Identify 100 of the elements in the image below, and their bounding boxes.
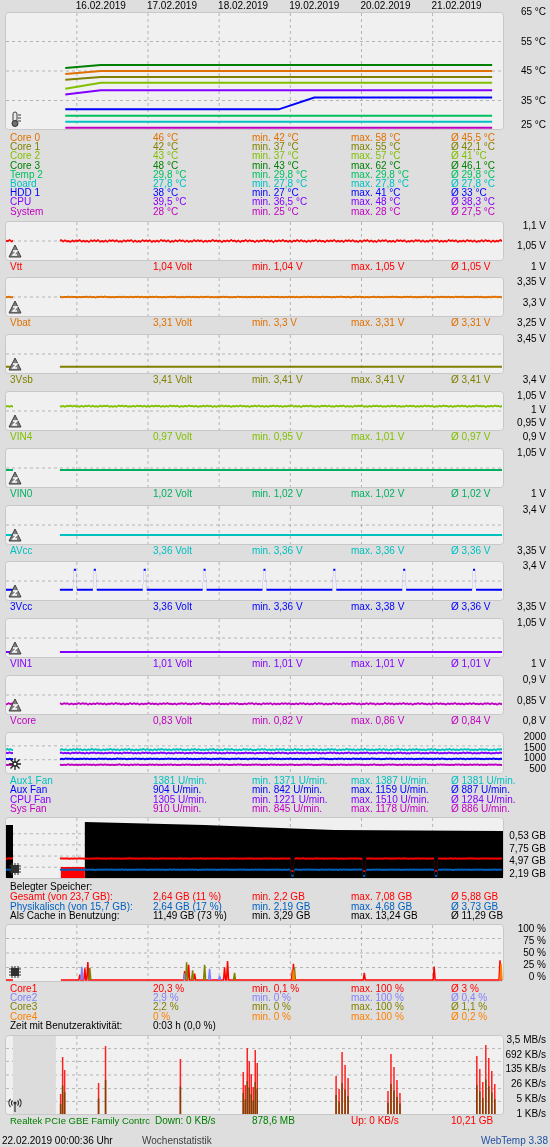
current-value: 29,8 °C (153, 169, 188, 179)
sensor-name: Aux1 Fan (10, 776, 54, 785)
min-value: min. 1221 U/min. (252, 794, 329, 804)
current-value: 3,36 Volt (153, 602, 193, 612)
min-value: min. 37 °C (252, 151, 300, 161)
sensor-name: Core3 (10, 1002, 39, 1012)
sensor-name: Core1 (10, 983, 39, 993)
sensor-name: Vbat (10, 318, 32, 328)
axis-tick-label: 3,4 V (522, 561, 546, 572)
average-value: Ø 0,4 % (451, 993, 488, 1002)
average-value: Ø 42,1 °C (451, 142, 496, 152)
max-value: max. 3,36 V (351, 545, 406, 555)
sensor-name: Als Cache in Benutzung: (10, 911, 120, 921)
max-value: max. 55 °C (351, 142, 402, 152)
current-value: 1381 U/min. (153, 776, 208, 785)
sensor-name: HDD 1 (10, 188, 41, 198)
current-value: 46 °C (153, 133, 180, 143)
axis-tick-label: 1000 (523, 753, 546, 764)
min-value: min. 3,29 GB (252, 911, 312, 921)
axis-tick-label: 45 °C (520, 66, 546, 76)
axis-tick-label: 1 V (531, 261, 546, 272)
min-value: min. 0 % (252, 1002, 292, 1012)
axis-tick-label: 3,35 V (517, 277, 546, 288)
min-value: min. 1,01 V (252, 659, 304, 669)
current-value: 43 °C (153, 151, 180, 161)
sensor-name: Physikalisch (von 15,7 GB): (10, 901, 134, 911)
axis-tick-label: 1 KB/s (516, 1108, 546, 1119)
min-value: min. 2,19 GB (252, 901, 312, 911)
average-value: Ø 3,31 V (451, 318, 491, 328)
min-value: min. 3,36 V (252, 602, 304, 612)
average-value: Ø 5,88 GB (451, 892, 499, 902)
average-value: Ø 11,29 GB (451, 911, 504, 921)
min-value: min. 36,5 °C (252, 197, 309, 207)
max-value: max. 27,8 °C (351, 179, 410, 189)
axis-tick-label: 1 V (531, 659, 546, 670)
activity-label: Zeit mit Benutzeraktivität: (10, 1021, 124, 1031)
axis-tick-label: 4,97 GB (509, 856, 546, 867)
average-value: Ø 29,8 °C (451, 169, 496, 179)
version-link[interactable]: WebTemp 3.38 (480, 1135, 548, 1146)
max-value: max. 1510 U/min. (351, 794, 431, 804)
axis-tick-label: 0,85 V (517, 695, 546, 706)
average-value: Ø 41 °C (451, 151, 487, 161)
max-value: max. 29,8 °C (351, 169, 410, 179)
min-value: min. 0 % (252, 993, 292, 1002)
average-value: Ø 0,97 V (451, 432, 491, 442)
weekly-stats-link[interactable]: Wochenstatistik (142, 1135, 212, 1146)
traffic-bar (179, 1058, 182, 1114)
max-value: max. 0,86 V (351, 716, 406, 726)
memory-heading: Belegter Speicher: (9, 882, 93, 893)
sensor-name: System (10, 206, 45, 216)
sensor-name: 3Vsb (10, 375, 34, 385)
axis-tick-label: 1 V (531, 404, 546, 415)
current-value: 2,9 % (153, 993, 180, 1002)
average-value: Ø 1,05 V (451, 261, 491, 271)
current-value: 910 U/min. (153, 803, 202, 813)
average-value: Ø 1,1 % (451, 1002, 488, 1012)
axis-tick-label: 1,05 V (517, 241, 546, 252)
fan-icon (8, 756, 22, 771)
axis-tick-label: 26 KB/s (510, 1079, 546, 1090)
axis-tick-label: 1500 (523, 742, 546, 753)
average-value: Ø 1381 U/min. (451, 776, 516, 785)
sensor-name: Core 0 (10, 133, 41, 143)
average-value: Ø 3,73 GB (451, 901, 499, 911)
axis-tick-label: 2000 (523, 731, 546, 742)
min-value: min. 0,82 V (252, 716, 304, 726)
max-value: max. 41 °C (351, 188, 401, 198)
axis-tick-label: 25 % (523, 959, 546, 970)
max-value: max. 1,02 V (351, 488, 406, 498)
date-label: 20.02.2019 (360, 1, 411, 11)
sensor-name: Vcore (10, 716, 38, 726)
min-value: min. 845 U/min. (252, 803, 323, 813)
axis-tick-label: 2,19 GB (509, 869, 546, 879)
min-value: min. 37 °C (252, 142, 300, 152)
warning-triangle-icon (8, 470, 22, 485)
adapter-name: Realtek PCIe GBE Family Contrc (10, 1115, 151, 1125)
min-value: min. 42 °C (252, 133, 300, 143)
sensor-name: VIN0 (10, 488, 34, 498)
min-value: min. 0,95 V (252, 432, 304, 442)
warning-triangle-icon (8, 414, 22, 429)
axis-tick-label: 0,9 V (522, 432, 546, 443)
axis-tick-label: 35 °C (520, 95, 546, 106)
axis-tick-label: 1,05 V (517, 447, 546, 458)
current-value: 2,64 GB (11 %) (153, 892, 223, 902)
average-value: Ø 33 °C (451, 188, 487, 198)
sensor-name: AVcc (10, 545, 34, 555)
max-value: max. 48 °C (351, 197, 402, 207)
average-value: Ø 46,1 °C (451, 160, 496, 170)
warning-triangle-icon (8, 584, 22, 599)
average-value: Ø 27,8 °C (451, 179, 496, 189)
average-value: Ø 0,84 V (451, 716, 491, 726)
antenna-icon (8, 1097, 22, 1112)
current-value: 3,31 Volt (153, 318, 193, 328)
max-value: max. 3,31 V (351, 318, 406, 328)
current-value: 28 °C (153, 206, 180, 216)
axis-tick-label: 1 V (531, 488, 546, 499)
average-value: Ø 3,41 V (451, 375, 491, 385)
max-value: max. 1,01 V (351, 432, 406, 442)
current-value: 38 °C (153, 188, 179, 198)
axis-tick-label: 3,25 V (517, 318, 546, 329)
min-value: min. 0 % (252, 1011, 292, 1021)
